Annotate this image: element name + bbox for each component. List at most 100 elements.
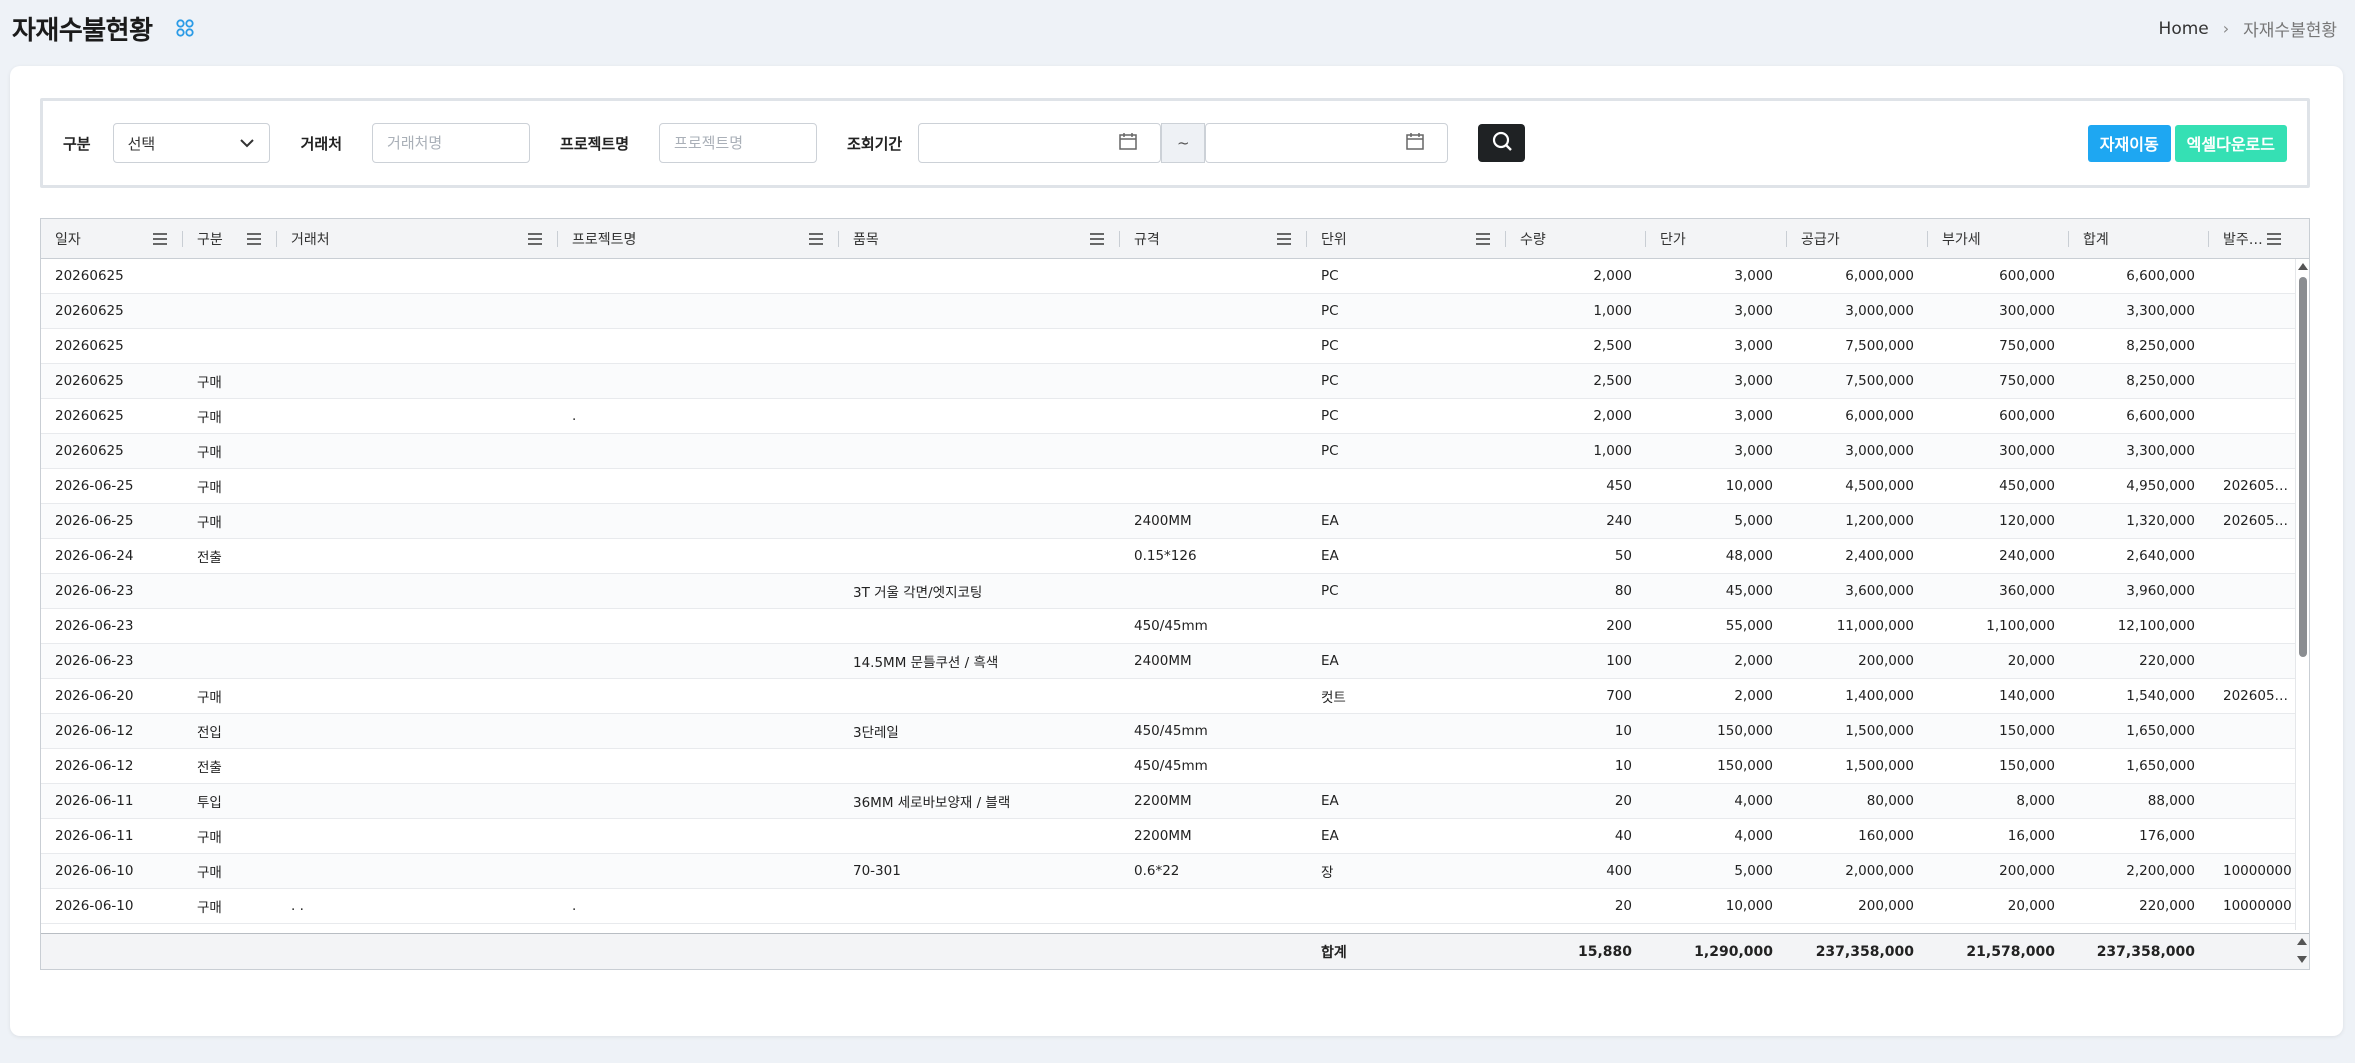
project-input[interactable] (659, 123, 818, 163)
table-row[interactable]: 2026-06-24 전출 0.15*126 EA 50 48,000 2,400,000 2… (41, 539, 2297, 574)
column-menu-icon[interactable] (247, 233, 261, 245)
column-header[interactable]: 규격 (1120, 219, 1307, 259)
table-cell (291, 749, 552, 783)
table-row[interactable]: 20260625 구매 PC 1,000 3,000 3,000,000 300,000 3,… (41, 434, 2297, 469)
table-cell: 150,000 (1999, 758, 2055, 774)
column-menu-icon[interactable] (1476, 233, 1490, 245)
column-header[interactable]: 발주… (2209, 219, 2297, 259)
table-cell (572, 749, 833, 783)
material-grid: 일자 구분 거래처 프로젝트명 품목 규격 단위 수량 단가 공급가 부가세 합계 발주… 202606… (40, 218, 2310, 970)
breadcrumb-home[interactable]: Home (2159, 19, 2209, 39)
table-row[interactable]: 2026-06-25 구매 2400MM EA 240 5,000 1,200,000 120… (41, 504, 2297, 539)
table-cell: 12,100,000 (2117, 618, 2195, 634)
column-menu-icon[interactable] (1090, 233, 1104, 245)
column-header[interactable]: 부가세 (1928, 219, 2069, 259)
table-cell (2223, 609, 2291, 643)
table-cell (1134, 294, 1301, 328)
column-header[interactable]: 공급가 (1787, 219, 1928, 259)
table-cell: 1,400,000 (1845, 688, 1914, 704)
table-cell: 176,000 (2139, 828, 2195, 844)
table-cell: 8,250,000 (2126, 338, 2195, 354)
scroll-up-icon[interactable] (2298, 263, 2308, 270)
table-cell: 20,000 (2007, 653, 2055, 669)
column-header[interactable]: 단가 (1646, 219, 1787, 259)
table-cell: 750,000 (1999, 338, 2055, 354)
scrollbar-thumb[interactable] (2299, 277, 2307, 657)
breadcrumb: Home › 자재수불현황 (2159, 16, 2337, 42)
column-header[interactable]: 프로젝트명 (558, 219, 839, 259)
column-header[interactable]: 거래처 (277, 219, 558, 259)
table-cell (1134, 679, 1301, 713)
table-cell (572, 574, 833, 608)
calendar-icon[interactable] (1405, 131, 1425, 155)
column-menu-icon[interactable] (2267, 233, 2281, 245)
table-cell: 600,000 (1999, 268, 2055, 284)
table-row[interactable]: 2026-06-23 14.5MM 문틀쿠션 / 흑색 2400MM EA 100 2,0… (41, 644, 2297, 679)
table-cell: 20,000 (2007, 898, 2055, 914)
table-row[interactable]: 2026-06-23 450/45mm 200 55,000 11,000,000 1,1… (41, 609, 2297, 644)
column-header[interactable]: 수량 (1506, 219, 1646, 259)
table-cell: 2,640,000 (2126, 548, 2195, 564)
category-select[interactable]: 선택 (112, 123, 270, 163)
column-header[interactable]: 구분 (183, 219, 277, 259)
table-cell: 450/45mm (1134, 758, 1208, 774)
table-cell: 20260625 (55, 408, 124, 424)
table-row[interactable]: 2026-06-23 3T 거울 각면/엣지코팅 PC 80 45,000 3,600,0… (41, 574, 2297, 609)
client-input[interactable] (372, 123, 531, 163)
column-header[interactable]: 일자 (41, 219, 183, 259)
move-material-button[interactable]: 자재이동 (2087, 124, 2171, 162)
column-menu-icon[interactable] (809, 233, 823, 245)
table-cell: PC (1321, 303, 1339, 319)
table-cell: 2026-06-10 (55, 863, 134, 879)
table-row[interactable]: 2026-06-20 구매 컷트 700 2,000 1,400,000 140,000 1,… (41, 679, 2297, 714)
table-cell: 2,400,000 (1845, 548, 1914, 564)
table-row[interactable]: 2026-06-12 전출 450/45mm 10 150,000 1,500,000 15… (41, 749, 2297, 784)
vertical-scrollbar[interactable] (2295, 259, 2309, 930)
page-title: 자재수불현황 (12, 15, 153, 46)
table-row[interactable]: 20260625 PC 2,500 3,000 7,500,000 750,000 8,25… (41, 329, 2297, 364)
table-cell (853, 749, 1114, 783)
excel-download-button[interactable]: 엑셀다운로드 (2174, 124, 2287, 162)
end-date-input[interactable] (1205, 123, 1449, 163)
search-button[interactable] (1478, 124, 1526, 162)
column-menu-icon[interactable] (528, 233, 542, 245)
column-header[interactable]: 합계 (2069, 219, 2209, 259)
table-cell (572, 539, 833, 573)
table-cell: 1,100,000 (1986, 618, 2055, 634)
column-header-label: 일자 (55, 232, 81, 248)
scroll-up-icon[interactable] (2297, 938, 2307, 945)
column-header[interactable]: 품목 (839, 219, 1120, 259)
column-menu-icon[interactable] (153, 233, 167, 245)
table-row[interactable]: 2026-06-11 구매 2200MM EA 40 4,000 160,000 16,000… (41, 819, 2297, 854)
table-cell: 1,500,000 (1845, 723, 1914, 739)
start-date-input[interactable] (918, 123, 1162, 163)
table-row[interactable]: 20260625 PC 2,000 3,000 6,000,000 600,000 6,60… (41, 259, 2297, 294)
table-cell: 202605… (2223, 688, 2289, 704)
table-row[interactable]: 2026-06-25 구매 450 10,000 4,500,000 450,000 4,9… (41, 469, 2297, 504)
table-cell: 300,000 (1999, 303, 2055, 319)
table-row[interactable]: 2026-06-12 전입 3단레일 450/45mm 10 150,000 1,500,0… (41, 714, 2297, 749)
scroll-down-icon[interactable] (2297, 956, 2307, 963)
column-menu-icon[interactable] (1277, 233, 1291, 245)
calendar-icon[interactable] (1118, 131, 1138, 155)
table-row[interactable]: 20260625 구매. PC 2,000 3,000 6,000,000 600,000 6… (41, 399, 2297, 434)
column-header-label: 규격 (1134, 232, 1160, 248)
table-cell: 300,000 (1999, 443, 2055, 459)
table-row[interactable]: 2026-06-11 투입 36MM 세로바보양재 / 블랙 2200MM EA 20 4,… (41, 784, 2297, 819)
period-label: 조회기간 (847, 134, 903, 153)
table-cell: 4,500,000 (1845, 478, 1914, 494)
table-cell: 202605… (2223, 478, 2289, 494)
table-row[interactable]: 2026-06-10 구매 70-301 0.6*22 장 400 5,000 2,000,0… (41, 854, 2297, 889)
table-cell (853, 364, 1114, 398)
table-cell (2223, 434, 2291, 468)
favorite-grid-icon[interactable] (175, 18, 195, 38)
column-header[interactable]: 단위 (1307, 219, 1506, 259)
table-cell (572, 469, 833, 503)
table-row[interactable]: 20260625 구매 PC 2,500 3,000 7,500,000 750,000 8,… (41, 364, 2297, 399)
category-select-value: 선택 (127, 134, 156, 153)
table-row[interactable]: 20260625 PC 1,000 3,000 3,000,000 300,000 3,30… (41, 294, 2297, 329)
table-cell: 구매 (197, 445, 222, 461)
table-cell: 5,000 (1734, 513, 1773, 529)
period-separator: ~ (1161, 123, 1206, 163)
table-row[interactable]: 2026-06-10 구매 . .. 20 10,000 200,000 20,000 220… (41, 889, 2297, 924)
